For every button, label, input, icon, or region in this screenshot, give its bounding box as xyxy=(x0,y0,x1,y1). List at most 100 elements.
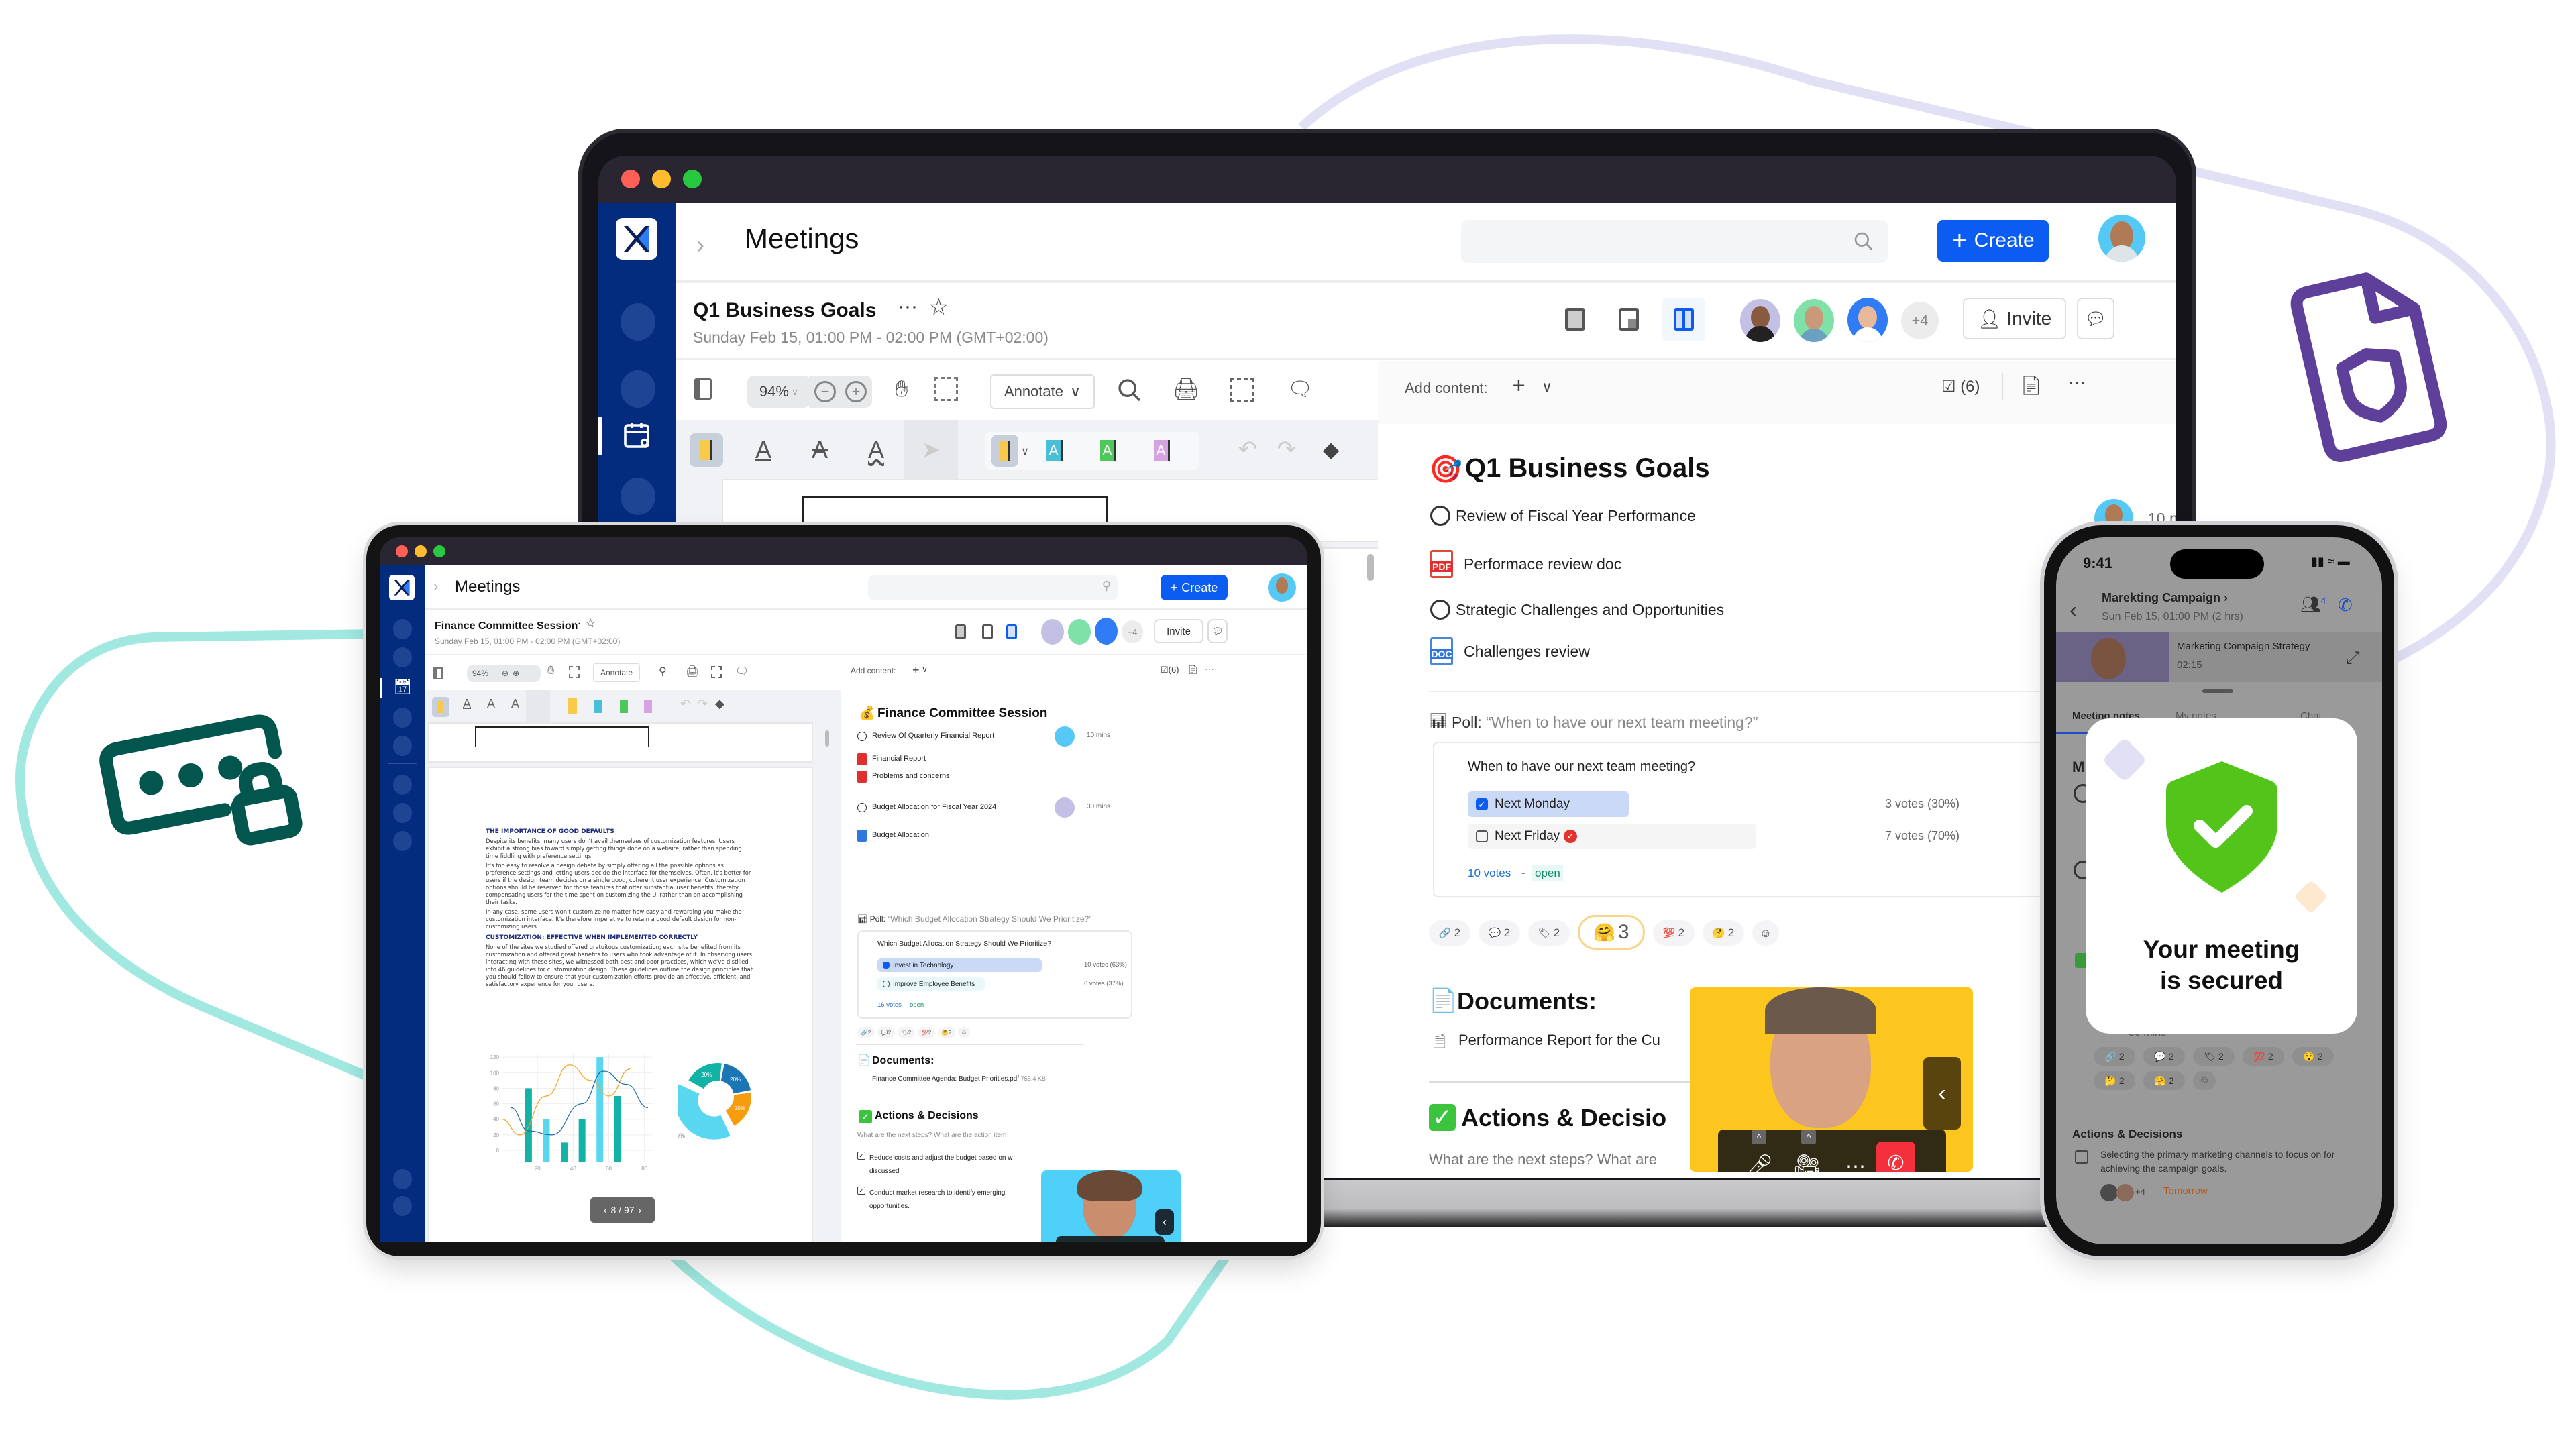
reaction-chip[interactable]: 🏷 2 xyxy=(2193,1047,2235,1066)
layout-single-icon[interactable] xyxy=(955,624,966,639)
color-purple-swatch[interactable]: A xyxy=(1154,440,1170,461)
create-button[interactable]: + Create xyxy=(1161,575,1228,600)
redo-icon[interactable]: ↷ xyxy=(1273,435,1300,464)
layout-pip-icon[interactable] xyxy=(1615,306,1642,333)
action-checkbox[interactable]: ✓ xyxy=(857,1152,865,1160)
secure-notes-icon[interactable]: 📄︎ xyxy=(1187,665,1199,675)
reaction-chip[interactable]: 🤗 2 xyxy=(2143,1071,2185,1090)
annotate-dropdown[interactable]: Annotate xyxy=(593,663,640,682)
strikethrough-tool[interactable]: A xyxy=(805,433,835,467)
sidebar-item[interactable] xyxy=(393,775,412,795)
reaction-chip[interactable]: 😯 2 xyxy=(2292,1047,2334,1066)
search-input[interactable] xyxy=(1461,220,1888,263)
next-page-button[interactable]: › xyxy=(639,1205,642,1215)
agenda-checkbox[interactable] xyxy=(857,732,867,741)
poll-option[interactable]: Next Friday ✓ xyxy=(1468,824,1756,849)
zoom-select[interactable]: 94% ⊖ ⊕ xyxy=(467,665,541,682)
end-call-button[interactable]: ✆ xyxy=(1876,1142,1915,1172)
star-icon[interactable]: ☆ xyxy=(585,616,596,630)
print-icon[interactable]: 🖨︎ xyxy=(686,665,699,678)
reaction-chip[interactable]: 🏷 2 xyxy=(1528,920,1570,946)
maximize-window-button[interactable] xyxy=(433,545,445,557)
reaction-chip[interactable]: 💯 2 xyxy=(2243,1047,2284,1066)
poll-option[interactable]: Improve Employee Benefits xyxy=(877,977,985,991)
fullscreen-icon[interactable] xyxy=(1230,378,1254,402)
underline-tool[interactable]: A xyxy=(749,433,778,467)
zoom-out-button[interactable]: − xyxy=(814,381,836,402)
agenda-item[interactable]: Financial Report xyxy=(872,755,926,763)
mic-options-chevron[interactable]: ^ xyxy=(1752,1130,1766,1144)
agenda-item[interactable]: Problems and concerns xyxy=(872,772,950,780)
invite-button[interactable]: 👤︎ Invite xyxy=(1963,298,2066,339)
more-options-button[interactable]: ⋯ xyxy=(2068,372,2086,394)
zoom-out-button[interactable]: ⊖ xyxy=(502,669,508,678)
reaction-chip[interactable]: 💬 2 xyxy=(1479,920,1520,946)
more-participants-badge[interactable]: +4 xyxy=(1901,302,1939,339)
more-options-button[interactable]: ··· xyxy=(570,618,581,630)
search-icon[interactable]: ⚲ xyxy=(659,665,667,678)
comments-icon[interactable]: 🗨︎ xyxy=(735,665,749,678)
calendar-icon[interactable]: 📅︎ xyxy=(393,678,412,696)
hand-tool-icon[interactable]: ✋︎ xyxy=(887,373,916,405)
minimize-window-button[interactable] xyxy=(652,170,671,188)
scrollbar[interactable] xyxy=(825,730,829,747)
add-reaction-button[interactable]: ☺ xyxy=(2193,1071,2216,1090)
underline-tool[interactable]: A xyxy=(463,697,471,711)
comments-icon[interactable]: 🗨︎ xyxy=(1287,376,1313,402)
fullscreen-icon[interactable] xyxy=(711,666,722,678)
chevron-down-icon[interactable]: ∨ xyxy=(922,665,928,674)
app-logo[interactable] xyxy=(616,218,657,260)
sidebar-item[interactable] xyxy=(621,370,655,408)
more-options-button[interactable]: ⋯ xyxy=(1205,663,1214,675)
layout-pip-icon[interactable] xyxy=(982,624,993,639)
color-yellow-swatch[interactable] xyxy=(991,435,1018,467)
agenda-checkbox[interactable] xyxy=(1430,506,1450,526)
reaction-chip[interactable]: 💯 2 xyxy=(1653,920,1695,946)
video-call-tile[interactable]: ‹ 🎤︎ ^ 🎥︎ ^ ⋯ ✆ xyxy=(1690,987,1973,1172)
drag-handle[interactable] xyxy=(2202,689,2233,693)
close-window-button[interactable] xyxy=(396,545,408,557)
participants-button[interactable]: 👥︎4 xyxy=(2300,595,2326,614)
sidebar-toggle-icon[interactable] xyxy=(690,376,716,402)
sidebar-item[interactable] xyxy=(393,736,412,756)
chevron-right-icon[interactable]: › xyxy=(696,231,704,259)
app-logo[interactable] xyxy=(389,575,415,600)
ongoing-call-banner[interactable]: Marketing Compaign Strategy 02:15 ⤢ xyxy=(2056,632,2382,682)
agenda-item[interactable]: Review Of Quarterly Financial Report xyxy=(872,732,994,740)
agenda-item[interactable]: Budget Allocation for Fiscal Year 2024 xyxy=(872,803,996,811)
prev-page-button[interactable]: ‹ xyxy=(604,1205,607,1215)
collapse-video-button[interactable]: ‹ xyxy=(1155,1209,1174,1235)
more-tools-icon[interactable] xyxy=(526,690,550,724)
hand-tool-icon[interactable]: ✋︎ xyxy=(547,663,554,677)
sidebar-item[interactable] xyxy=(393,803,412,823)
chat-button[interactable]: 💬︎ xyxy=(2077,298,2114,339)
more-tools-icon[interactable]: ➤ xyxy=(904,420,958,480)
print-icon[interactable]: 🖨︎ xyxy=(1173,376,1200,402)
sidebar-item[interactable] xyxy=(393,708,412,728)
minimize-window-button[interactable] xyxy=(415,545,427,557)
meeting-title[interactable]: Marekting Campaign › xyxy=(2102,591,2228,605)
add-content-button[interactable]: + xyxy=(912,663,920,677)
color-cyan-swatch[interactable]: A xyxy=(1046,440,1063,461)
document-link[interactable]: Finance Committee Agenda: Budget Priorit… xyxy=(872,1075,1046,1083)
agenda-item[interactable]: Review of Fiscal Year Performance xyxy=(1456,507,1696,525)
reaction-chip[interactable]: 🔗 2 xyxy=(1429,920,1470,946)
add-reaction-button[interactable]: ☺ xyxy=(1752,920,1779,946)
undo-icon[interactable]: ↶ xyxy=(680,697,690,711)
call-icon[interactable]: ✆ xyxy=(2338,595,2353,616)
participant-avatar[interactable] xyxy=(1740,299,1780,342)
reaction-chip[interactable]: 🤔 2 xyxy=(938,1027,955,1038)
tasks-button[interactable]: ☑(6) xyxy=(1161,665,1179,675)
close-window-button[interactable] xyxy=(621,170,640,188)
sidebar-item[interactable] xyxy=(621,303,655,341)
more-participants-badge[interactable]: +4 xyxy=(1122,620,1143,643)
agenda-checkbox[interactable] xyxy=(1430,600,1450,620)
more-options-icon[interactable]: ⋯ xyxy=(1839,1148,1872,1172)
add-reaction-button[interactable]: ☺ xyxy=(958,1027,970,1038)
back-button[interactable]: ‹ xyxy=(2070,598,2077,624)
star-icon[interactable]: ☆ xyxy=(928,294,949,321)
expand-icon[interactable]: ⤢ xyxy=(2346,647,2360,669)
participant-avatar[interactable] xyxy=(1068,619,1091,645)
more-options-button[interactable]: ··· xyxy=(898,295,918,318)
undo-icon[interactable]: ↶ xyxy=(1234,435,1261,464)
